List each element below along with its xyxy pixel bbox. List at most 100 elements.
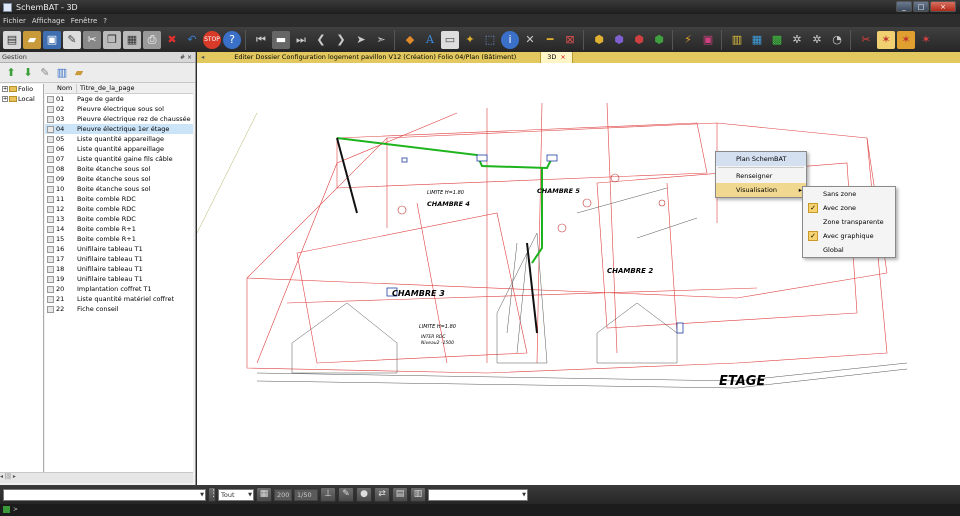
folder-icon[interactable]: ▰ [72, 66, 86, 80]
line-icon[interactable]: ━ [541, 31, 559, 49]
arrow-down-icon[interactable]: ⬇ [21, 66, 35, 80]
table-row[interactable]: 22 Fiche conseil [45, 304, 193, 314]
cube-red-icon[interactable]: ⬢ [630, 31, 648, 49]
stack-icon[interactable]: ▥ [410, 487, 426, 502]
table-row[interactable]: 16 Unifilaire tableau T1 [45, 244, 193, 254]
close-button[interactable]: × [930, 1, 956, 12]
submenu-item[interactable]: ✓ Avec graphique [803, 229, 895, 243]
cube-green-icon[interactable]: ⬢ [650, 31, 668, 49]
star-icon[interactable]: ✶ [877, 30, 895, 49]
table-row[interactable]: 15 Boite comble R+1 [45, 234, 193, 244]
column-name[interactable]: Nom [45, 84, 77, 93]
tree-item-folio[interactable]: + Folio [0, 84, 43, 94]
calc-icon[interactable]: ▦ [748, 31, 766, 49]
pin-icon[interactable]: ● [356, 487, 372, 502]
pen-icon[interactable]: ✎ [338, 487, 354, 502]
table-row[interactable]: 09 Boite étanche sous sol [45, 174, 193, 184]
menu-item-visualisation[interactable]: Visualisation ▸ [716, 183, 806, 197]
toolbox-icon[interactable]: ▣ [699, 31, 717, 49]
print-icon[interactable]: ⎙ [143, 30, 161, 49]
table-row[interactable]: 20 Implantation coffret T1 [45, 284, 193, 294]
toggle-icon[interactable]: ⇄ [374, 487, 390, 502]
scale-value[interactable]: 1/50 [294, 488, 318, 501]
table-row[interactable]: 12 Boite comble RDC [45, 204, 193, 214]
command-input[interactable]: ▼ [3, 488, 206, 501]
tree-item-local[interactable]: + Local [0, 94, 43, 104]
submenu-item[interactable]: Sans zone [803, 187, 895, 201]
table-row[interactable]: 10 Boite étanche sous sol [45, 184, 193, 194]
table-row[interactable]: 18 Unifilaire tableau T1 [45, 264, 193, 274]
expand-icon[interactable]: + [2, 96, 8, 102]
tools-icon[interactable]: ✲ [808, 31, 826, 49]
cross-icon[interactable]: ✕ [521, 31, 539, 49]
layers-icon[interactable]: ▤ [392, 487, 408, 502]
first-page-icon[interactable]: ⏮ [252, 31, 270, 49]
view-select[interactable]: ▼ [428, 488, 528, 501]
open-folder-icon[interactable]: ▰ [23, 30, 41, 49]
table-row[interactable]: 05 Liste quantité appareillage [45, 134, 193, 144]
minimize-button[interactable]: _ [896, 1, 912, 12]
list-icon[interactable]: ▥ [728, 31, 746, 49]
erase-icon[interactable]: ⊠ [561, 31, 579, 49]
remove-icon[interactable]: ✂ [857, 31, 875, 49]
next-icon[interactable]: ❯ [332, 31, 350, 49]
splitter-handle[interactable]: ⋮ [208, 487, 218, 502]
undo-icon[interactable]: ↶ [183, 31, 201, 49]
cut-icon[interactable]: ✂ [83, 30, 101, 49]
burst-icon[interactable]: ✶ [897, 30, 915, 49]
gauge-icon[interactable]: ◔ [828, 31, 846, 49]
wand-icon[interactable]: ✦ [461, 31, 479, 49]
expand-icon[interactable]: + [2, 86, 8, 92]
measure-icon[interactable]: ⊥ [320, 487, 336, 502]
table-row[interactable]: 08 Boite étanche sous sol [45, 164, 193, 174]
table-row[interactable]: 19 Unifilaire tableau T1 [45, 274, 193, 284]
horizontal-scrollbar[interactable]: ◂ ||| ▸ [0, 472, 193, 483]
table-row[interactable]: 11 Boite comble RDC [45, 194, 193, 204]
plug-icon[interactable]: ⚡ [679, 31, 697, 49]
zoom-value[interactable]: 200 [274, 488, 292, 501]
delete-icon[interactable]: ✖ [163, 31, 181, 49]
submenu-item[interactable]: Global [803, 243, 895, 257]
table-row[interactable]: 17 Unifilaire tableau T1 [45, 254, 193, 264]
tab-scroll-left[interactable]: ◂ [197, 52, 210, 63]
menu-help[interactable]: ? [103, 17, 107, 25]
edit-icon[interactable]: ✎ [63, 30, 81, 49]
table-row[interactable]: 03 Pieuvre électrique rez de chaussée [45, 114, 193, 124]
save-icon[interactable]: ▣ [43, 30, 61, 49]
tab-close-icon[interactable]: × [560, 53, 565, 61]
select-icon[interactable]: ⬚ [481, 31, 499, 49]
layer-filter-select[interactable]: Tout ▼ [218, 488, 254, 501]
table-row[interactable]: 01 Page de garde [45, 94, 193, 104]
menu-item-plan-schembat[interactable]: Plan SchemBAT [716, 152, 806, 166]
paste-icon[interactable]: ▦ [123, 30, 141, 49]
grid-icon[interactable]: ▦ [256, 487, 272, 502]
tab-folio-plan[interactable]: Editer Dossier Configuration logement pa… [210, 52, 540, 63]
table-row[interactable]: 07 Liste quantité gaine fils câble [45, 154, 193, 164]
previous-icon[interactable]: ❮ [312, 31, 330, 49]
copy-icon[interactable]: ❐ [103, 30, 121, 49]
table-row[interactable]: 02 Pieuvre électrique sous sol [45, 104, 193, 114]
menu-item-renseigner[interactable]: Renseigner [716, 169, 806, 183]
spark-icon[interactable]: ✶ [917, 31, 935, 49]
last-page-icon[interactable]: ⏭ [292, 31, 310, 49]
submenu-item[interactable]: Zone transparente [803, 215, 895, 229]
table-row[interactable]: 14 Boite comble R+1 [45, 224, 193, 234]
frame-icon[interactable]: ▭ [441, 30, 459, 49]
3d-drawing[interactable]: LIMITE H=1.80 CHAMBRE 4 CHAMBRE 5 CHAMBR… [196, 63, 960, 485]
text-icon[interactable]: A [421, 31, 439, 49]
settings-icon[interactable]: ✲ [788, 31, 806, 49]
jump-icon[interactable]: ➤ [352, 31, 370, 49]
page-icon[interactable]: ▬ [272, 30, 290, 49]
cube-purple-icon[interactable]: ⬢ [610, 31, 628, 49]
tools-icon[interactable]: ✎ [38, 66, 52, 80]
menu-view[interactable]: Affichage [32, 17, 65, 25]
3d-view-canvas[interactable]: LIMITE H=1.80 CHAMBRE 4 CHAMBRE 5 CHAMBR… [196, 63, 960, 485]
columns-icon[interactable]: ▥ [55, 66, 69, 80]
panel-pin-close[interactable]: # × [180, 52, 192, 63]
info-icon[interactable]: i [501, 30, 519, 49]
table-row[interactable]: 13 Boite comble RDC [45, 214, 193, 224]
table-icon[interactable]: ▩ [768, 31, 786, 49]
stop-icon[interactable]: STOP [203, 30, 221, 49]
table-row[interactable]: 21 Liste quantité matériel coffret [45, 294, 193, 304]
table-row[interactable]: 04 Pieuvre électrique 1er étage [45, 124, 193, 134]
